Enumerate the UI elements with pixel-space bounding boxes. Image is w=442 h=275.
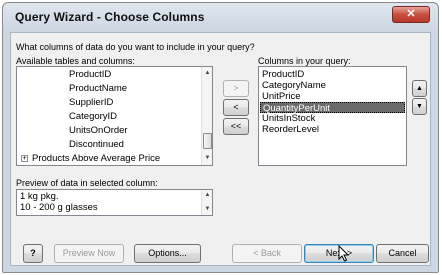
list-item[interactable]: CategoryName [260, 80, 405, 91]
move-down-button[interactable]: ▼ [412, 98, 427, 115]
query-columns-label: Columns in your query: [258, 56, 351, 66]
preview-list[interactable]: 1 kg pkg. 10 - 200 g glasses ▲ ▼ [16, 189, 213, 216]
wizard-body: What columns of data do you want to incl… [10, 32, 431, 266]
remove-all-columns-button[interactable]: << [223, 118, 249, 135]
scroll-thumb[interactable] [203, 133, 212, 149]
list-item[interactable]: Discontinued [17, 139, 201, 150]
preview-now-button[interactable]: Preview Now [54, 244, 124, 263]
cancel-button[interactable]: Cancel [376, 244, 429, 263]
arrow-down-icon: ▼ [416, 103, 423, 110]
preview-scrollbar[interactable]: ▲ ▼ [201, 190, 212, 215]
list-item-selected[interactable]: QuantityPerUnit [260, 102, 405, 114]
back-button[interactable]: < Back [232, 244, 302, 263]
list-item[interactable]: SupplierID [17, 97, 201, 108]
move-up-button[interactable]: ▲ [412, 80, 427, 97]
list-item: 1 kg pkg. [20, 191, 59, 202]
list-item[interactable]: UnitsOnOrder [17, 125, 201, 136]
options-button[interactable]: Options... [134, 244, 201, 263]
preview-label: Preview of data in selected column: [16, 178, 158, 188]
close-button[interactable]: ✕ [392, 6, 430, 23]
help-button[interactable]: ? [23, 244, 43, 263]
scroll-down-icon[interactable]: ▼ [203, 205, 212, 214]
help-icon: ? [30, 248, 36, 258]
scroll-up-icon[interactable]: ▲ [203, 69, 212, 78]
add-column-button[interactable]: > [223, 80, 249, 97]
title-bar[interactable]: Query Wizard - Choose Columns ✕ [3, 3, 438, 31]
window-title: Query Wizard - Choose Columns [15, 10, 205, 24]
list-item[interactable]: ProductName [17, 83, 201, 94]
list-item: 10 - 200 g glasses [20, 202, 98, 213]
remove-column-button[interactable]: < [223, 99, 249, 116]
available-scrollbar[interactable]: ▲ ▼ [201, 67, 212, 165]
list-item[interactable]: UnitPrice [260, 91, 405, 102]
list-item[interactable]: + Products Above Average Price [17, 153, 201, 164]
list-item[interactable]: UnitsInStock [260, 113, 405, 124]
scroll-up-icon[interactable]: ▲ [203, 191, 212, 200]
tree-expand-icon[interactable]: + [21, 154, 28, 162]
close-icon: ✕ [406, 8, 416, 20]
query-columns-list[interactable]: ProductID CategoryName UnitPrice Quantit… [258, 66, 407, 166]
list-item[interactable]: ProductID [260, 69, 405, 80]
query-wizard-window: Query Wizard - Choose Columns ✕ What col… [2, 2, 439, 273]
list-item[interactable]: ReorderLevel [260, 124, 405, 135]
list-item[interactable]: CategoryID [17, 111, 201, 122]
available-columns-label: Available tables and columns: [16, 56, 135, 66]
prompt-text: What columns of data do you want to incl… [16, 42, 255, 52]
table-name: Products Above Average Price [32, 153, 161, 164]
list-item[interactable]: ProductID [17, 69, 201, 80]
scroll-down-icon[interactable]: ▼ [203, 154, 212, 163]
available-columns-list[interactable]: ProductID ProductName SupplierID Categor… [16, 66, 213, 166]
mouse-pointer-icon [338, 245, 350, 262]
arrow-up-icon: ▲ [416, 85, 423, 92]
